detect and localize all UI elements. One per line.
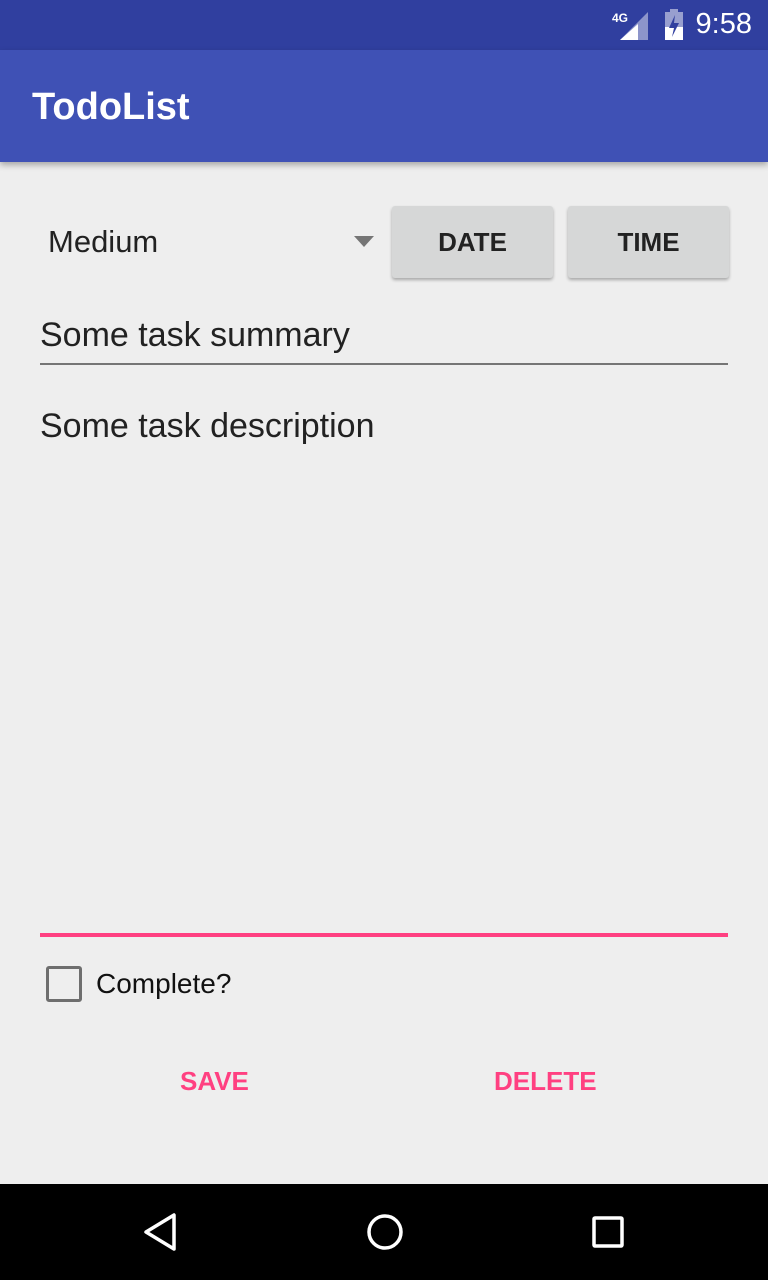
date-button[interactable]: DATE xyxy=(392,206,553,278)
complete-label: Complete? xyxy=(96,968,232,999)
app-title: TodoList xyxy=(32,86,190,128)
priority-value: Medium xyxy=(48,224,159,259)
time-button[interactable]: TIME xyxy=(568,206,729,278)
clock: 9:58 xyxy=(695,8,752,40)
description-input[interactable]: Some task description xyxy=(40,407,728,937)
battery-charging-icon xyxy=(665,9,683,40)
svg-text:4G: 4G xyxy=(612,11,628,25)
dropdown-arrow-icon xyxy=(354,236,374,247)
delete-button[interactable]: DELETE xyxy=(494,1066,597,1097)
complete-checkbox[interactable] xyxy=(46,966,82,1002)
save-button[interactable]: SAVE xyxy=(180,1066,249,1097)
priority-spinner[interactable]: Medium xyxy=(32,206,382,278)
recents-icon[interactable] xyxy=(590,1212,626,1252)
status-bar: 4G 9:58 xyxy=(0,0,768,50)
navigation-bar xyxy=(0,1184,768,1280)
back-icon[interactable] xyxy=(142,1212,178,1252)
home-icon[interactable] xyxy=(366,1212,404,1252)
signal-4g-icon: 4G xyxy=(612,11,648,40)
complete-checkbox-row[interactable]: Complete? xyxy=(46,966,231,1002)
app-bar: TodoList xyxy=(0,50,768,162)
summary-input[interactable]: Some task summary xyxy=(40,316,728,365)
